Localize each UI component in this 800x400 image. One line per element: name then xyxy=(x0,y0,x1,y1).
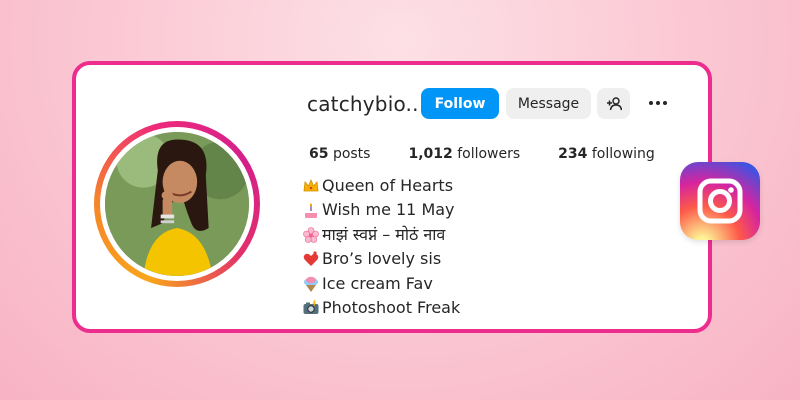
following-stat[interactable]: 234 following xyxy=(558,146,655,162)
bio-line: Photoshoot Freak xyxy=(302,296,460,320)
more-options-button[interactable] xyxy=(643,88,673,118)
avatar xyxy=(105,132,249,276)
username: catchybio.. xyxy=(307,92,419,116)
following-count: 234 xyxy=(558,146,588,162)
more-options-icon xyxy=(649,101,653,105)
instagram-logo-icon xyxy=(680,162,760,240)
followers-label: followers xyxy=(457,146,521,162)
follow-button[interactable]: Follow xyxy=(421,88,499,119)
cherry-blossom-icon xyxy=(302,226,320,244)
story-ring[interactable] xyxy=(94,121,260,287)
crown-icon xyxy=(302,177,320,195)
followers-stat[interactable]: 1,012 followers xyxy=(408,146,520,162)
following-label: following xyxy=(591,146,655,162)
camera-flash-icon xyxy=(302,299,320,317)
bio: Queen of Hearts Wish me 11 May माझं स्वप… xyxy=(302,174,460,320)
add-user-button[interactable] xyxy=(597,88,630,119)
ice-cream-icon xyxy=(302,275,320,293)
bio-line: माझं स्वप्नं – मोठं नाव xyxy=(302,223,460,247)
heart-exclamation-icon xyxy=(302,250,320,268)
posts-stat[interactable]: 65 posts xyxy=(309,146,370,162)
avatar-photo xyxy=(105,132,249,276)
bio-line: Bro’s lovely sis xyxy=(302,247,460,271)
message-button[interactable]: Message xyxy=(506,88,591,119)
bio-line: Wish me 11 May xyxy=(302,198,460,222)
bio-line: Ice cream Fav xyxy=(302,272,460,296)
profile-stats: 65 posts 1,012 followers 234 following xyxy=(309,146,693,162)
posts-count: 65 xyxy=(309,146,329,162)
add-user-icon xyxy=(606,96,622,110)
birthday-cake-icon xyxy=(302,202,320,220)
followers-count: 1,012 xyxy=(408,146,453,162)
posts-label: posts xyxy=(332,146,371,162)
bio-line: Queen of Hearts xyxy=(302,174,460,198)
